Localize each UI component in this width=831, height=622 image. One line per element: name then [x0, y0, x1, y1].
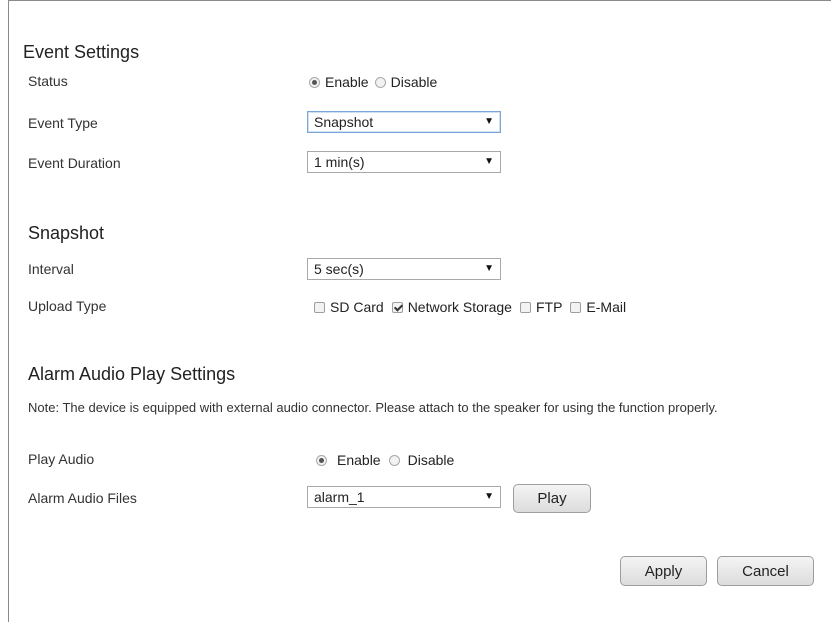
event-settings-heading: Event Settings — [23, 42, 140, 62]
apply-button[interactable]: Apply — [620, 556, 707, 586]
event-duration-label: Event Duration — [28, 155, 121, 171]
dropdown-caret-icon: ▼ — [484, 263, 494, 274]
dropdown-caret-icon: ▼ — [484, 156, 494, 167]
sd-card-label: SD Card — [330, 299, 384, 315]
email-checkbox[interactable] — [570, 301, 582, 313]
cancel-button[interactable]: Cancel — [717, 556, 814, 586]
ftp-checkbox[interactable] — [519, 301, 531, 313]
interval-value: 5 sec(s) — [314, 261, 364, 277]
interval-label: Interval — [28, 261, 74, 277]
status-radio-group: Enable Disable — [309, 74, 437, 90]
snapshot-heading: Snapshot — [28, 223, 105, 243]
status-disable-option[interactable]: Disable — [374, 74, 438, 90]
status-label: Status — [28, 73, 68, 89]
alarm-audio-files-value: alarm_1 — [314, 489, 365, 505]
play-audio-disable-label: Disable — [407, 452, 455, 468]
play-audio-enable-radio[interactable] — [316, 454, 327, 466]
event-duration-value: 1 min(s) — [314, 154, 365, 170]
alarm-audio-note: Note: The device is equipped with extern… — [28, 400, 718, 415]
play-audio-enable-option[interactable]: Enable — [316, 452, 381, 468]
event-type-value: Snapshot — [314, 114, 374, 130]
dropdown-caret-icon: ▼ — [484, 116, 494, 127]
ftp-label: FTP — [535, 299, 563, 315]
play-audio-disable-option[interactable]: Disable — [388, 452, 455, 468]
panel-border-left — [8, 0, 9, 622]
alarm-audio-heading: Alarm Audio Play Settings — [28, 364, 236, 384]
event-type-label: Event Type — [28, 115, 98, 131]
play-audio-enable-label: Enable — [337, 452, 381, 468]
network-storage-checkbox[interactable] — [391, 301, 403, 313]
upload-email-option[interactable]: E-Mail — [570, 299, 626, 315]
interval-select[interactable]: 5 sec(s) ▼ — [307, 258, 501, 280]
status-enable-label: Enable — [325, 74, 369, 90]
alarm-audio-files-label: Alarm Audio Files — [28, 490, 137, 506]
event-duration-select[interactable]: 1 min(s) ▼ — [307, 151, 501, 173]
status-disable-label: Disable — [390, 74, 438, 90]
status-enable-radio[interactable] — [309, 76, 320, 88]
sd-card-checkbox[interactable] — [314, 301, 325, 313]
panel-border-top — [8, 0, 831, 1]
play-button[interactable]: Play — [513, 484, 591, 513]
network-storage-label: Network Storage — [407, 299, 512, 315]
upload-network-storage-option[interactable]: Network Storage — [391, 299, 512, 315]
status-disable-radio[interactable] — [374, 76, 386, 88]
status-enable-option[interactable]: Enable — [309, 74, 369, 90]
play-audio-radio-group: Enable Disable — [316, 452, 454, 468]
upload-ftp-option[interactable]: FTP — [519, 299, 563, 315]
dropdown-caret-icon: ▼ — [484, 491, 494, 502]
upload-sd-card-option[interactable]: SD Card — [314, 299, 384, 315]
alarm-audio-files-select[interactable]: alarm_1 ▼ — [307, 486, 501, 508]
play-audio-label: Play Audio — [28, 451, 95, 467]
play-audio-disable-radio[interactable] — [388, 454, 400, 466]
upload-type-label: Upload Type — [28, 298, 107, 314]
event-type-select[interactable]: Snapshot ▼ — [307, 111, 501, 133]
email-label: E-Mail — [586, 299, 627, 315]
upload-type-group: SD Card Network Storage FTP E-Mail — [314, 299, 626, 315]
